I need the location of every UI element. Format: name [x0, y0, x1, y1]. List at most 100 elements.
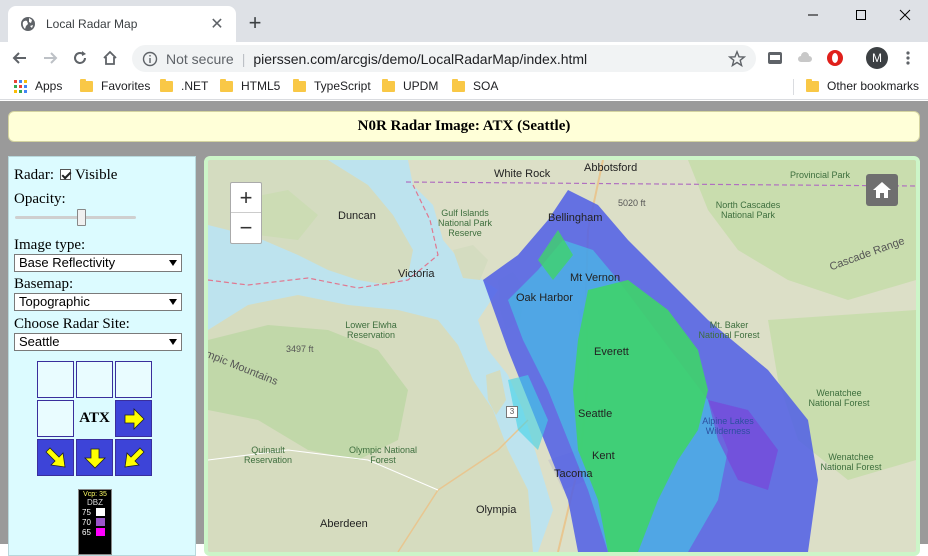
legend-value: 75: [82, 507, 91, 517]
opacity-slider-thumb[interactable]: [76, 209, 86, 226]
map-label-lower-elwha: Lower Elwha Reservation: [345, 320, 397, 340]
map-label-seattle: Seattle: [578, 408, 613, 420]
bookmark-other[interactable]: Other bookmarks: [806, 78, 920, 93]
extension-translate-icon[interactable]: [765, 48, 785, 68]
bookmark-typescript[interactable]: TypeScript: [293, 78, 371, 93]
radar-label: Radar:: [14, 167, 54, 183]
maximize-button[interactable]: [838, 0, 884, 30]
back-button[interactable]: [8, 46, 32, 70]
menu-button[interactable]: [898, 48, 918, 68]
legend-value: 70: [82, 517, 91, 527]
minimize-icon: [808, 14, 818, 16]
nav-cell-nw: [37, 361, 74, 398]
home-icon: [103, 50, 117, 65]
map-label-gulf-islands: Gulf Islands National Park Reserve: [437, 208, 493, 238]
folder-icon: [382, 78, 395, 92]
info-icon[interactable]: [142, 51, 158, 67]
move-southeast-button[interactable]: [115, 439, 152, 476]
site-code: ATX: [79, 410, 110, 426]
legend-title: Vcp: 35: [83, 491, 107, 498]
map-label-elev-5020: 5020 ft: [618, 198, 646, 208]
bookmark-favorites[interactable]: Favorites: [80, 78, 151, 93]
opera-icon: [827, 50, 843, 66]
map-label-olympia: Olympia: [476, 504, 517, 516]
tab-strip: Local Radar Map ✕ +: [0, 0, 928, 42]
map-label-quinault: Quinault Reservation: [243, 445, 293, 465]
basemap-select[interactable]: Topographic: [14, 293, 182, 311]
address-bar[interactable]: Not secure | pierssen.com/arcgis/demo/Lo…: [132, 45, 756, 72]
url-text[interactable]: pierssen.com/arcgis/demo/LocalRadarMap/i…: [253, 51, 728, 67]
map-label-provincial-park: Provincial Park: [790, 170, 851, 180]
move-south-button[interactable]: [76, 439, 113, 476]
map-label-mt-vernon: Mt Vernon: [570, 272, 621, 284]
chevron-down-icon: [169, 339, 177, 345]
map-label-kent: Kent: [592, 450, 615, 462]
radar-visible-row: Radar: Visible: [14, 167, 117, 184]
folder-icon: [806, 78, 819, 92]
window-close-button[interactable]: [882, 0, 928, 30]
legend-value: 65: [82, 527, 91, 537]
nav-cell-n: [76, 361, 113, 398]
star-icon[interactable]: [728, 49, 746, 68]
map-label-aberdeen: Aberdeen: [320, 518, 368, 530]
map-label-wenatchee-2: Wenatchee National Forest: [820, 452, 882, 472]
legend-row: 75: [79, 507, 111, 517]
map-label-elev-3497: 3497 ft: [286, 344, 314, 354]
radar-site-select[interactable]: Seattle: [14, 333, 182, 351]
maximize-icon: [856, 10, 866, 20]
bookmarks-divider: [793, 79, 794, 95]
zoom-in-icon[interactable]: +: [231, 183, 261, 213]
folder-icon: [80, 78, 93, 92]
bookmark-updm[interactable]: UPDM: [382, 78, 439, 93]
image-type-select[interactable]: Base Reflectivity: [14, 254, 182, 272]
image-type-label: Image type:: [14, 237, 86, 253]
arrow-down-icon: [83, 448, 106, 469]
bookmark-html5[interactable]: HTML5: [220, 78, 281, 93]
reload-button[interactable]: [68, 46, 92, 70]
minimize-button[interactable]: [790, 0, 836, 30]
legend-swatch: [96, 508, 105, 516]
reflectivity-legend: Vcp: 35 DBZ 75 70 65: [78, 489, 112, 555]
page-body: N0R Radar Image: ATX (Seattle) Radar: Vis…: [0, 101, 928, 556]
radar-map[interactable]: White Rock Abbotsford Bellingham 5020 ft…: [204, 156, 920, 556]
move-southwest-button[interactable]: [37, 439, 74, 476]
map-label-abbotsford: Abbotsford: [584, 162, 638, 174]
map-label-white-rock: White Rock: [494, 168, 551, 180]
zoom-out-icon[interactable]: −: [231, 213, 261, 243]
plus-icon[interactable]: +: [244, 12, 266, 34]
legend-row: 65: [79, 527, 111, 537]
bookmark-label: .NET: [181, 79, 209, 93]
bookmark-soa[interactable]: SOA: [452, 78, 499, 93]
extension-opera-icon[interactable]: [825, 48, 845, 68]
back-icon: [12, 52, 26, 64]
opacity-slider-track[interactable]: [15, 216, 136, 219]
legend-unit: DBZ: [87, 498, 103, 507]
bookmark-dotnet[interactable]: .NET: [160, 78, 209, 93]
bookmark-apps[interactable]: Apps: [14, 79, 62, 93]
extension-cloud-icon[interactable]: [795, 48, 815, 68]
bookmark-label: TypeScript: [314, 79, 371, 93]
map-home-button[interactable]: [866, 174, 898, 206]
map-label-olympic-nf: Olympic National Forest: [348, 445, 418, 465]
move-east-button[interactable]: [115, 400, 152, 437]
home-button[interactable]: [98, 46, 122, 70]
bookmark-label: HTML5: [241, 79, 281, 93]
browser-tab[interactable]: Local Radar Map ✕: [8, 6, 236, 42]
visible-checkbox[interactable]: [59, 169, 71, 180]
close-icon[interactable]: ✕: [208, 14, 226, 34]
reload-icon: [74, 51, 86, 64]
image-type-value: Base Reflectivity: [19, 255, 116, 270]
folder-icon: [160, 78, 173, 92]
site-navigation-grid: ATX: [37, 361, 155, 479]
avatar[interactable]: M: [866, 47, 888, 69]
nav-cell-ne: [115, 361, 152, 398]
bookmark-label: Favorites: [101, 79, 151, 93]
bookmark-label: Other bookmarks: [827, 79, 920, 93]
visible-label: Visible: [74, 167, 118, 183]
forward-button[interactable]: [38, 46, 62, 70]
menu-icon: [906, 51, 910, 65]
apps-icon: [14, 79, 27, 93]
bookmark-label: UPDM: [403, 79, 439, 93]
bookmark-label: SOA: [473, 79, 499, 93]
map-label-victoria: Victoria: [398, 268, 435, 280]
